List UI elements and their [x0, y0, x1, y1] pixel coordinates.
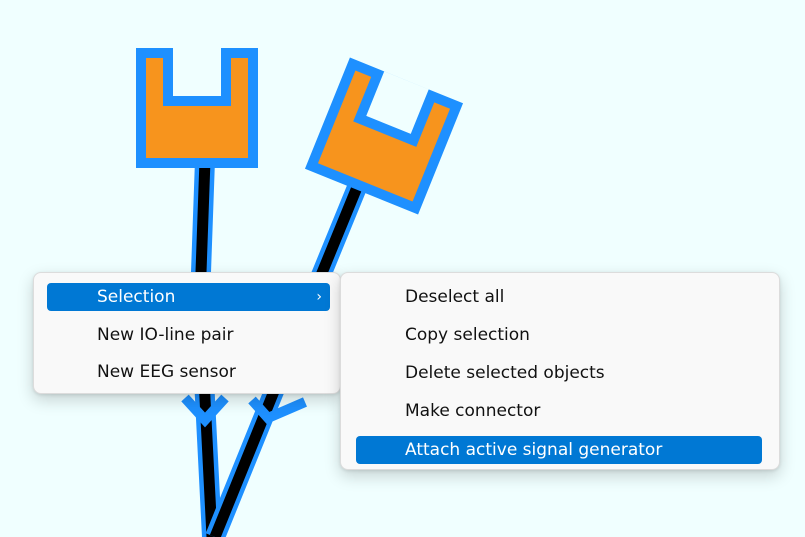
menu-item-label: Selection: [97, 287, 176, 307]
menu-item-new-eeg-sensor[interactable]: New EEG sensor: [47, 358, 330, 386]
eeg-sensor-2[interactable]: [304, 57, 464, 215]
menu-item-label: New IO-line pair: [97, 325, 234, 345]
submenu-item-label: Make connector: [405, 401, 541, 421]
submenu-item-label: Copy selection: [405, 325, 530, 345]
menu-item-selection[interactable]: Selection ›: [47, 283, 330, 311]
submenu-item-make-connector[interactable]: Make connector: [356, 397, 762, 425]
submenu-item-copy-selection[interactable]: Copy selection: [356, 321, 762, 349]
eeg-sensor-1[interactable]: [136, 48, 258, 168]
selection-submenu: Deselect all Copy selection Delete selec…: [340, 272, 780, 470]
submenu-item-attach-active-signal-generator[interactable]: Attach active signal generator: [356, 436, 762, 464]
chevron-right-icon: ›: [316, 289, 322, 305]
submenu-item-delete-selected-objects[interactable]: Delete selected objects: [356, 359, 762, 387]
submenu-item-deselect-all[interactable]: Deselect all: [356, 283, 762, 311]
menu-item-label: New EEG sensor: [97, 362, 236, 382]
submenu-item-label: Attach active signal generator: [405, 440, 663, 460]
submenu-item-label: Delete selected objects: [405, 363, 605, 383]
submenu-item-label: Deselect all: [405, 287, 505, 307]
context-menu: Selection › New IO-line pair New EEG sen…: [33, 272, 341, 394]
menu-item-new-io-line-pair[interactable]: New IO-line pair: [47, 321, 330, 349]
